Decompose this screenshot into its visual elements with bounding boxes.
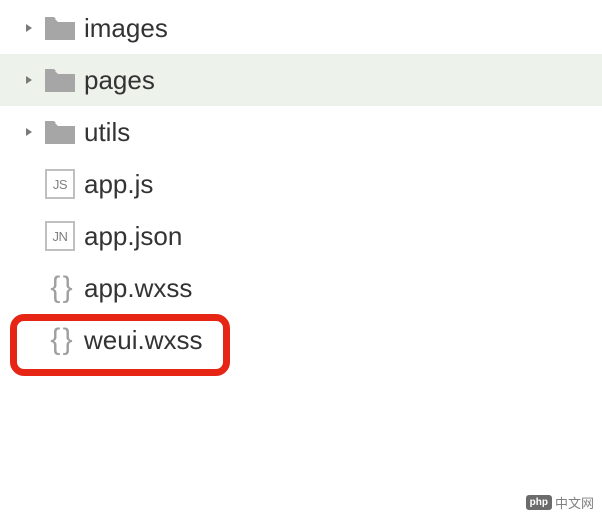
tree-item-pages[interactable]: pages (0, 54, 602, 106)
tree-item-label: app.json (84, 221, 182, 252)
watermark-text: 中文网 (555, 493, 594, 512)
watermark: php 中文网 (526, 493, 594, 512)
tree-item-app-json[interactable]: JN app.json (0, 210, 602, 262)
tree-item-label: weui.wxss (84, 325, 202, 356)
js-file-icon: JS (44, 169, 76, 199)
tree-item-label: utils (84, 117, 130, 148)
json-file-icon: JN (44, 221, 76, 251)
folder-icon (44, 117, 76, 147)
tree-item-utils[interactable]: utils (0, 106, 602, 158)
caret-icon (22, 127, 36, 137)
wxss-file-icon: { } (44, 325, 76, 355)
caret-icon (22, 75, 36, 85)
tree-item-label: app.js (84, 169, 153, 200)
tree-item-weui-wxss[interactable]: { } weui.wxss (0, 314, 602, 366)
folder-icon (44, 13, 76, 43)
tree-item-label: images (84, 13, 168, 44)
tree-item-images[interactable]: images (0, 2, 602, 54)
folder-icon (44, 65, 76, 95)
tree-item-label: app.wxss (84, 273, 192, 304)
caret-icon (22, 23, 36, 33)
file-tree: images pages utils JS app.js JN app.json (0, 0, 602, 366)
tree-item-app-js[interactable]: JS app.js (0, 158, 602, 210)
tree-item-app-wxss[interactable]: { } app.wxss (0, 262, 602, 314)
tree-item-label: pages (84, 65, 155, 96)
wxss-file-icon: { } (44, 273, 76, 303)
watermark-badge: php (526, 495, 552, 510)
